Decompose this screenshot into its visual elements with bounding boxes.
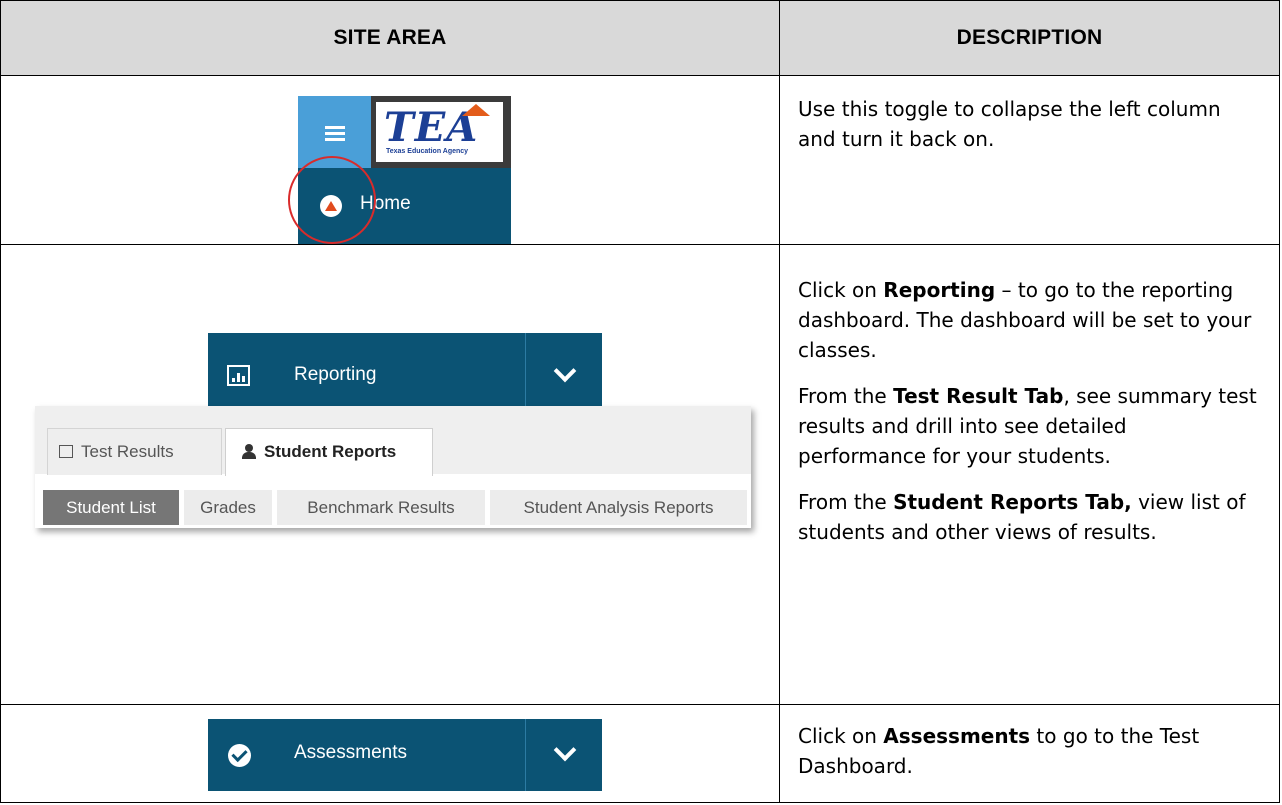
toggle-description: Use this toggle to collapse the left col… — [798, 97, 1221, 151]
description-cell-assessments: Click on Assessments to go to the Test D… — [779, 704, 1280, 803]
subtab-grades[interactable]: Grades — [184, 490, 272, 525]
subtab-student-analysis-reports[interactable]: Student Analysis Reports — [490, 490, 747, 525]
tab-test-results-label: Test Results — [81, 442, 174, 461]
reporting-description: Click on Reporting – to go to the report… — [798, 275, 1259, 365]
bold-assessments: Assessments — [883, 724, 1031, 748]
logo-subtext: Texas Education Agency — [386, 148, 469, 155]
site-area-cell-reporting: Reporting Test Results Student Reports S… — [0, 244, 780, 705]
bold-test-result-tab: Test Result Tab — [893, 384, 1064, 408]
subtab-benchmark-results[interactable]: Benchmark Results — [277, 490, 485, 525]
assessments-description: Click on Assessments to go to the Test D… — [798, 721, 1259, 781]
menu-divider — [525, 719, 526, 791]
chevron-down-icon[interactable] — [553, 359, 577, 383]
student-reports-description: From the Student Reports Tab, view list … — [798, 487, 1259, 547]
person-icon — [242, 444, 256, 459]
site-area-cell-toggle: TEA Texas Education Agency Home — [0, 75, 780, 245]
tab-test-results[interactable]: Test Results — [47, 428, 222, 475]
header-description: DESCRIPTION — [779, 0, 1280, 76]
reports-panel: Test Results Student Reports Student Lis… — [35, 406, 751, 528]
reporting-label: Reporting — [294, 364, 377, 385]
chart-icon — [227, 365, 250, 386]
hamburger-icon — [325, 126, 345, 141]
subtab-student-list[interactable]: Student List — [43, 490, 179, 525]
test-result-description: From the Test Result Tab, see summary te… — [798, 381, 1259, 471]
bold-reporting: Reporting — [883, 278, 996, 302]
highlight-circle — [288, 156, 376, 244]
text: Click on — [798, 278, 884, 302]
assessments-nav-item[interactable]: Assessments — [208, 719, 602, 791]
check-circle-icon — [228, 744, 251, 767]
description-cell-toggle: Use this toggle to collapse the left col… — [779, 75, 1280, 245]
text: Click on — [798, 724, 884, 748]
header-site-area: SITE AREA — [0, 0, 780, 76]
chevron-down-icon[interactable] — [553, 738, 577, 762]
text: From the — [798, 384, 894, 408]
site-guide-table: SITE AREA DESCRIPTION TEA Texas Educatio… — [0, 0, 1280, 803]
tab-student-reports[interactable]: Student Reports — [225, 428, 433, 476]
site-area-cell-assessments: Assessments — [0, 704, 780, 803]
tea-logo: TEA Texas Education Agency — [376, 102, 503, 162]
description-cell-reporting: Click on Reporting – to go to the report… — [779, 244, 1280, 705]
tab-student-reports-label: Student Reports — [264, 442, 397, 461]
text: From the — [798, 490, 894, 514]
assessments-label: Assessments — [294, 742, 407, 763]
graduation-cap-icon — [462, 104, 490, 116]
chart-icon — [59, 445, 73, 458]
bold-student-reports-tab: Student Reports Tab, — [893, 490, 1132, 514]
